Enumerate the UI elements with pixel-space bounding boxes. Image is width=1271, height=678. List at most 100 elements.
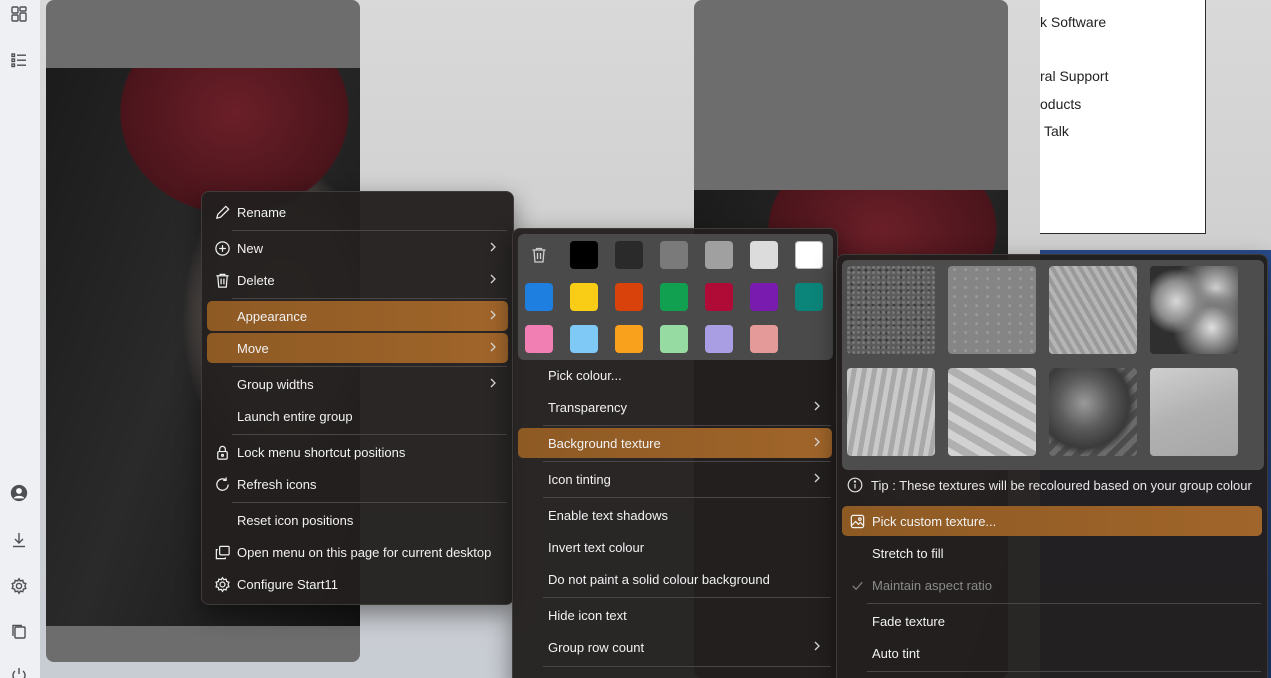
menu-item-label: Lock menu shortcut positions [237,444,406,460]
doc-link[interactable]: oducts [1040,96,1081,112]
image-icon [848,512,866,530]
chevron-right-icon [490,342,496,352]
colour-swatch[interactable] [705,241,733,269]
texture-shell[interactable] [847,368,935,456]
separator [232,366,507,367]
menu-item-text-shadows[interactable]: Enable text shadows [518,500,832,530]
menu-item-pick-colour[interactable]: Pick colour... [518,360,832,390]
colour-swatch[interactable] [795,241,823,269]
menu-item-label: Open menu on this page for current deskt… [237,544,492,560]
colour-swatch[interactable] [795,283,823,311]
colour-swatch[interactable] [570,325,598,353]
menu-item-label: Fade texture [872,613,945,629]
menu-item-label: Enable text shadows [548,507,668,523]
colour-swatch[interactable] [750,241,778,269]
files-icon[interactable] [8,621,30,643]
menu-item-move[interactable]: Move [207,333,508,363]
document-window: k Software ral Support oducts Talk [1040,0,1206,234]
menu-item-auto-tint[interactable]: Auto tint [842,638,1262,668]
colour-swatch[interactable] [660,325,688,353]
separator [867,603,1261,604]
pencil-icon [213,203,231,221]
colour-swatch[interactable] [615,325,643,353]
colour-swatch[interactable] [750,283,778,311]
colour-swatch[interactable] [615,283,643,311]
menu-item-refresh-icons[interactable]: Refresh icons [207,469,508,499]
separator [543,461,831,462]
download-icon[interactable] [8,529,30,551]
menu-item-new[interactable]: New [207,233,508,263]
texture-leaves[interactable] [1049,368,1137,456]
menu-item-group-row-count[interactable]: Group row count [518,632,832,662]
menu-item-hide-icon-text[interactable]: Hide icon text [518,600,832,630]
chevron-right-icon [814,641,820,651]
texture-waves[interactable] [1049,266,1137,354]
colour-swatch[interactable] [570,283,598,311]
menu-item-fade-texture[interactable]: Fade texture [842,606,1262,636]
menu-item-label: Move [237,340,269,356]
user-icon[interactable] [8,482,30,504]
menu-item-group-widths[interactable]: Group widths [207,369,508,399]
menu-item-label: Auto tint [872,645,920,661]
texture-clouds[interactable] [1150,266,1238,354]
separator [543,666,831,667]
menu-item-icon-tinting[interactable]: Icon tinting [518,464,832,494]
menu-item-open-menu-desktop[interactable]: Open menu on this page for current deskt… [207,537,508,567]
menu-item-reset-positions[interactable]: Reset icon positions [207,505,508,535]
menu-item-label: Delete [237,272,275,288]
separator [543,497,831,498]
grid-icon[interactable] [8,3,30,25]
doc-link[interactable]: k Software [1040,14,1106,30]
menu-item-no-solid-bg[interactable]: Do not paint a solid colour background [518,564,832,594]
menu-item-label: Configure Start11 [237,576,338,592]
texture-plaster[interactable] [948,266,1036,354]
colour-swatch[interactable] [570,241,598,269]
separator [543,425,831,426]
colour-swatch[interactable] [525,283,553,311]
colour-swatch[interactable] [750,325,778,353]
menu-item-label: Icon tinting [548,471,611,487]
menu-item-label: New [237,240,264,256]
menu-item-rename[interactable]: Rename [207,197,508,227]
menu-item-configure[interactable]: Configure Start11 [207,569,508,599]
colour-swatch[interactable] [705,283,733,311]
power-icon[interactable] [8,664,30,678]
lock-icon [213,443,231,461]
menu-item-background-texture[interactable]: Background texture [518,428,832,458]
colour-swatch[interactable] [615,241,643,269]
colour-swatch[interactable] [660,283,688,311]
colour-swatch[interactable] [525,325,553,353]
menu-item-lock-positions[interactable]: Lock menu shortcut positions [207,437,508,467]
checkmark-icon [848,576,866,594]
gear-icon[interactable] [8,575,30,597]
menu-item-label: Rename [237,204,287,220]
colour-swatch[interactable] [660,241,688,269]
menu-item-label: Appearance [237,308,308,324]
menu-item-delete[interactable]: Delete [207,265,508,295]
menu-item-invert-text[interactable]: Invert text colour [518,532,832,562]
side-rail [0,0,40,678]
doc-link[interactable]: Talk [1044,123,1069,139]
texture-fabric[interactable] [948,368,1036,456]
doc-link[interactable]: ral Support [1040,68,1108,84]
menu-item-stretch-fill[interactable]: Stretch to fill [842,538,1262,568]
menu-item-launch-group[interactable]: Launch entire group [207,401,508,431]
list-icon[interactable] [8,49,30,71]
chevron-right-icon [490,274,496,284]
colour-swatch[interactable] [705,325,733,353]
menu-item-label: Hide icon text [548,607,627,623]
menu-item-label: Group widths [237,376,314,392]
separator [232,298,507,299]
separator [543,597,831,598]
separator [232,434,507,435]
menu-item-appearance[interactable]: Appearance [207,301,508,331]
texture-noise[interactable] [847,266,935,354]
chevron-right-icon [490,242,496,252]
trash-icon[interactable] [527,243,551,267]
texture-dunes[interactable] [1150,368,1238,456]
menu-item-label: Refresh icons [237,476,317,492]
menu-item-maintain-aspect[interactable]: Maintain aspect ratio [842,570,1262,600]
menu-item-transparency[interactable]: Transparency [518,392,832,422]
menu-item-pick-custom-texture[interactable]: Pick custom texture... [842,506,1262,536]
menu-item-label: Pick colour... [548,367,622,383]
